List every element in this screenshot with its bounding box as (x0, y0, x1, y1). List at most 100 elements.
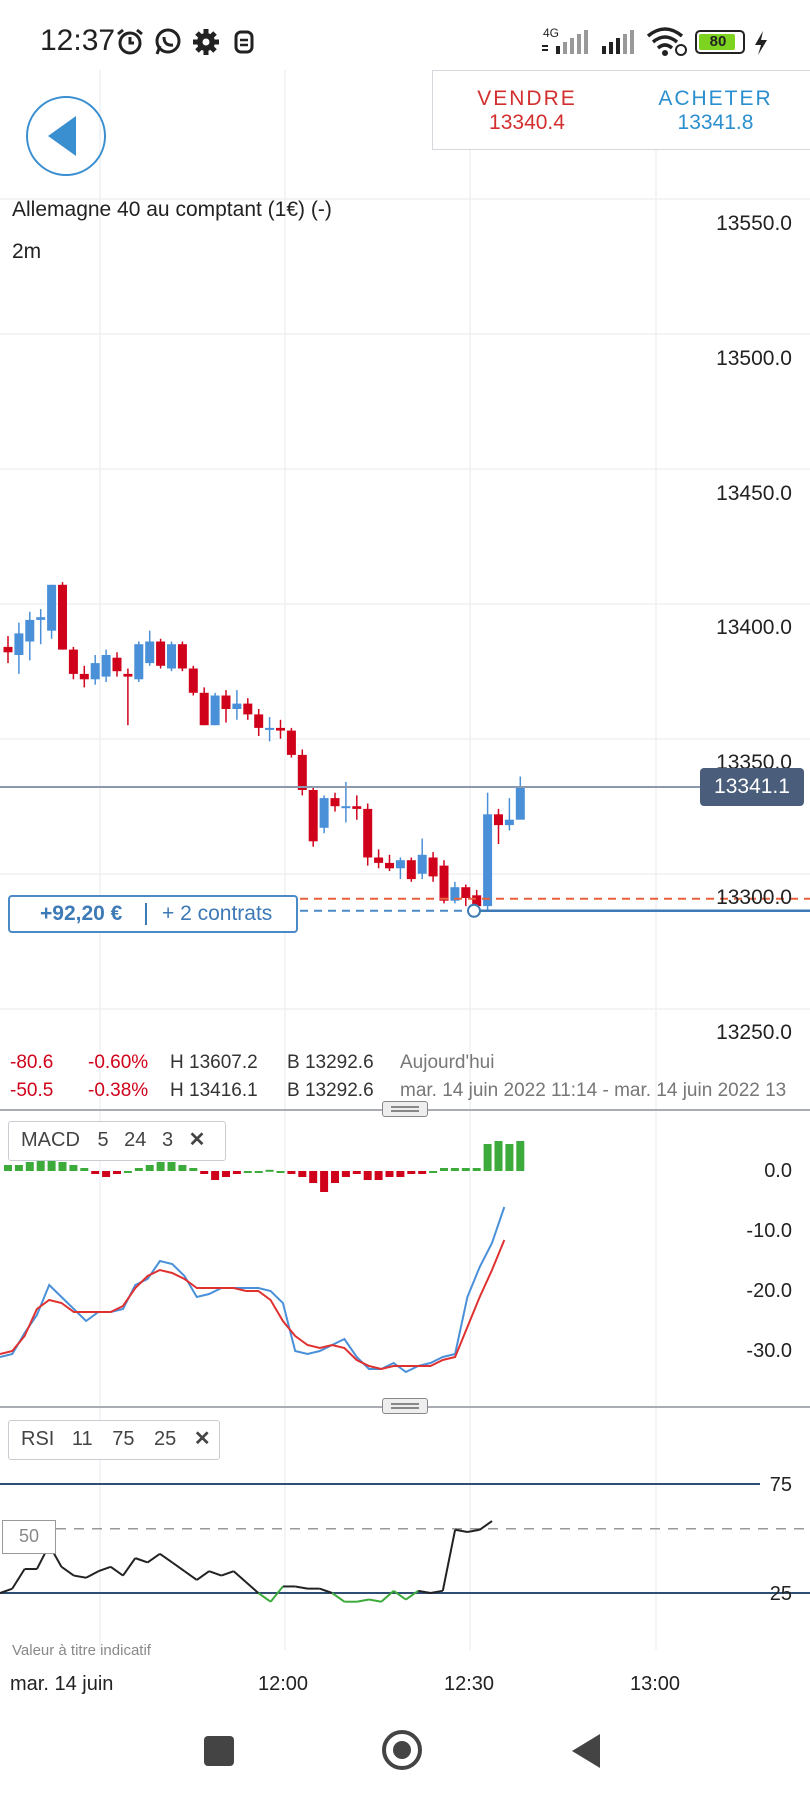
candle-body (123, 673, 133, 677)
macd-axis-tick: -10.0 (746, 1220, 792, 1242)
macd-histogram-bar (320, 1171, 329, 1192)
back-nav-icon[interactable] (568, 1732, 604, 1770)
rsi-param: 75 (112, 1428, 135, 1450)
price-tick: 13450.0 (716, 482, 792, 505)
rsi-line-segment (122, 1557, 137, 1577)
back-button[interactable] (26, 96, 106, 176)
macd-histogram-bar (134, 1168, 143, 1171)
rsi-line-segment (196, 1570, 210, 1581)
macd-histogram-bar (113, 1171, 121, 1174)
macd-histogram-bar (341, 1171, 350, 1177)
candle-body (297, 754, 307, 790)
candle-body (14, 633, 24, 655)
candle-body (439, 865, 449, 901)
rsi-line-segment (257, 1592, 272, 1603)
candle-body (243, 703, 253, 715)
macd-histogram-bar (4, 1165, 12, 1171)
stat-period: mar. 14 juin 2022 11:14 - mar. 14 juin 2… (400, 1080, 787, 1101)
macd-indicator-label[interactable]: MACD 5 24 3 ✕ (8, 1121, 226, 1161)
resize-handle[interactable] (382, 1101, 428, 1117)
candle-body (494, 814, 503, 826)
stat-low: B 13292.6 (287, 1080, 374, 1101)
macd-histogram-bar (123, 1171, 132, 1173)
candle-body (145, 641, 155, 664)
macd-histogram-bar (25, 1162, 34, 1171)
time-tick: 12:00 (258, 1673, 309, 1695)
rsi-line-segment (245, 1581, 259, 1594)
close-icon[interactable]: ✕ (189, 1129, 206, 1151)
rsi-line-segment (295, 1585, 308, 1590)
candle-body (483, 814, 493, 907)
candle-body (36, 617, 46, 620)
macd-histogram-bar (80, 1168, 89, 1171)
candle-body (265, 727, 275, 730)
close-icon[interactable]: ✕ (194, 1428, 211, 1450)
candle-body (47, 584, 57, 631)
stat-change: -80.6 (10, 1052, 54, 1073)
position-pnl: +92,20 € (40, 902, 123, 925)
macd-histogram-bar (243, 1171, 252, 1173)
macd-histogram-bar (483, 1144, 492, 1171)
macd-name: MACD (21, 1129, 80, 1151)
candle-body (428, 857, 438, 877)
rsi-line-segment (233, 1570, 247, 1583)
buy-price: 13341.8 (677, 111, 754, 134)
macd-param: 5 (97, 1129, 109, 1151)
macd-histogram-bar (407, 1171, 416, 1174)
candle-body (221, 695, 231, 709)
entry-marker (467, 903, 481, 918)
disclaimer: Valeur à titre indicatif (12, 1642, 151, 1659)
stat-low: B 13292.6 (287, 1052, 374, 1073)
buy-button[interactable]: ACHETER 13341.8 (621, 70, 810, 150)
candle-body (504, 819, 514, 826)
rsi-param: 25 (154, 1428, 177, 1450)
macd-histogram-bar (287, 1171, 296, 1174)
macd-line-macd (0, 1206, 506, 1374)
candle-body (330, 798, 340, 807)
macd-histogram-bar (189, 1168, 198, 1171)
rsi-axis-tick: 25 (769, 1583, 792, 1605)
time-tick: 13:00 (630, 1673, 681, 1695)
macd-histogram-bar (276, 1171, 285, 1173)
macd-line-signal (0, 1239, 506, 1371)
candle-body (363, 808, 373, 858)
candle-body (3, 646, 13, 653)
rsi-line-segment (221, 1570, 235, 1577)
rsi-line-segment (110, 1566, 124, 1577)
candle-body (188, 668, 198, 693)
macd-histogram-bar (429, 1171, 438, 1173)
price-tick: 13300.0 (716, 886, 792, 909)
resize-handle[interactable] (382, 1398, 428, 1414)
rsi-line-segment (171, 1561, 186, 1573)
rsi-line-segment (85, 1570, 99, 1579)
candle-body (254, 714, 264, 728)
macd-histogram-bar (363, 1171, 372, 1180)
rsi-line-segment (368, 1598, 382, 1603)
macd-histogram-bar (505, 1144, 514, 1171)
position-badge[interactable]: +92,20 € + 2 contrats (8, 895, 298, 933)
macd-param: 3 (161, 1129, 174, 1151)
candle-body (101, 655, 111, 677)
price-tick: 13550.0 (716, 212, 792, 235)
rsi-name: RSI (21, 1428, 55, 1450)
home-icon[interactable] (382, 1730, 422, 1770)
candle-body (276, 727, 285, 731)
recent-apps-icon[interactable] (204, 1736, 234, 1766)
candle-body (461, 887, 471, 898)
timeframe-label[interactable]: 2m (12, 240, 41, 264)
rsi-indicator-label[interactable]: RSI 11 75 25 ✕ (8, 1420, 220, 1460)
macd-histogram-bar (102, 1171, 111, 1177)
stat-pct: -0.60% (88, 1052, 149, 1073)
candle-body (167, 644, 176, 669)
candle-body (515, 787, 525, 820)
candle-body (25, 619, 35, 642)
position-contracts: + 2 contrats (162, 902, 273, 925)
sell-button[interactable]: VENDRE 13340.4 (432, 70, 622, 150)
rsi-line-segment (441, 1529, 457, 1592)
macd-histogram-bar (265, 1169, 274, 1172)
macd-axis-tick: 0.0 (764, 1160, 792, 1182)
price-tick: 13400.0 (716, 616, 792, 639)
stats-row-today: -80.6 -0.60% H 13607.2 B 13292.6 Aujourd… (10, 1052, 810, 1078)
candle-body (286, 730, 296, 755)
back-arrow-icon (48, 116, 76, 156)
